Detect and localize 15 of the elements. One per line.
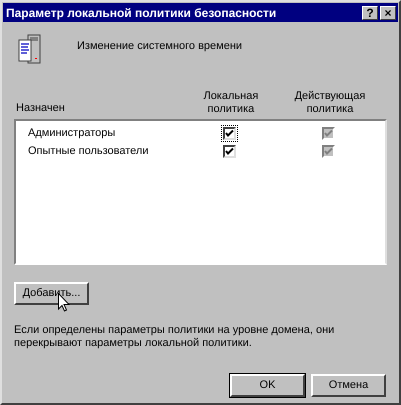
list-item[interactable]: Опытные пользователи	[16, 142, 192, 160]
column-header: Локальная политика	[202, 90, 260, 116]
window-title: Параметр локальной политики безопасности	[6, 4, 278, 22]
checkbox[interactable]	[221, 124, 238, 142]
list-item[interactable]: Администраторы	[16, 124, 192, 142]
help-button[interactable]: ?	[362, 6, 378, 20]
column-header: Назначен	[15, 100, 66, 116]
policy-name: Изменение системного времени	[77, 39, 242, 54]
add-button[interactable]: Добавить...	[14, 282, 89, 305]
cancel-button[interactable]: Отмена	[311, 374, 386, 397]
column-header: Действующая политика	[294, 90, 366, 116]
ok-button[interactable]: OK	[230, 374, 305, 397]
checkbox[interactable]	[221, 142, 238, 160]
close-button[interactable]: ×	[380, 6, 396, 20]
domain-note: Если определены параметры политики на уровне домена, они перекрывают параметры локальной политики.	[14, 324, 336, 350]
